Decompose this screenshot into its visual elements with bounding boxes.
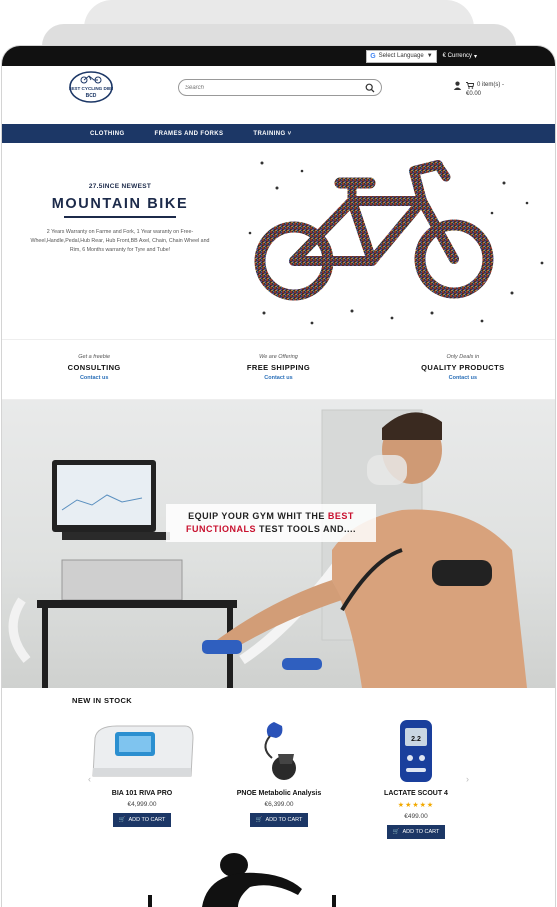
bia-device-image xyxy=(92,725,194,777)
search-icon[interactable] xyxy=(365,83,375,93)
crowd-bike-image xyxy=(248,160,544,325)
lactate-scout-image: 2.2 xyxy=(400,720,432,782)
currency-caret-icon: ▾ xyxy=(473,53,477,60)
product-card[interactable]: BIA 101 RIVA PRO €4,999.00 🛒 ADD TO CART xyxy=(72,716,212,827)
contact-us-link[interactable]: Contact us xyxy=(2,375,186,381)
site-logo[interactable]: BEST CYCLING DIET BCD xyxy=(69,71,113,103)
chevron-down-icon: ▼ xyxy=(426,53,433,59)
feature-free-shipping: We are Offering FREE SHIPPING Contact us xyxy=(186,340,370,399)
language-select[interactable]: G Select Language ▼ xyxy=(366,49,437,63)
cart-icon: 🛒 xyxy=(118,817,126,823)
feature-kicker: Only Deals in xyxy=(446,354,480,360)
search-input[interactable] xyxy=(185,84,365,91)
pnoe-device-image xyxy=(264,722,296,780)
user-icon[interactable] xyxy=(453,81,462,90)
svg-text:BCD: BCD xyxy=(86,93,97,99)
hero-text: 27.5INCE NEWEST MOUNTAIN BIKE 2 Years Wa… xyxy=(30,183,210,255)
hero-description: 2 Years Warranty on Farme and Fork, 1 Ye… xyxy=(30,229,210,253)
banner-text-2: TEST TOOLS AND.... xyxy=(255,524,356,534)
google-translate-icon: G xyxy=(370,52,376,60)
product-card[interactable]: PNOE Metabolic Analysis €6,399.00 🛒 ADD … xyxy=(209,716,349,827)
hero-divider xyxy=(64,216,176,218)
contact-us-link[interactable]: Contact us xyxy=(371,375,555,381)
hero-kicker: 27.5INCE NEWEST xyxy=(88,183,152,190)
feature-strip: Get a freebie CONSULTING Contact us We a… xyxy=(2,340,555,400)
product-image[interactable] xyxy=(72,716,212,784)
feature-consulting: Get a freebie CONSULTING Contact us xyxy=(2,340,186,399)
add-to-cart-label: ADD TO CART xyxy=(402,829,440,835)
banner-text-highlight-2: FUNCTIONALS xyxy=(185,524,256,534)
product-name[interactable]: PNOE Metabolic Analysis xyxy=(209,790,349,797)
top-bar: G Select Language ▼ € Currency ▾ xyxy=(2,46,555,66)
product-card[interactable]: 2.2 LACTATE SCOUT 4 ★★★★★ €499.00 🛒 ADD … xyxy=(346,716,486,839)
cart-total: €0.00 xyxy=(466,91,482,97)
add-to-cart-label: ADD TO CART xyxy=(128,817,166,823)
add-to-cart-button[interactable]: 🛒 ADD TO CART xyxy=(386,825,446,839)
feature-kicker: We are Offering xyxy=(259,354,298,360)
add-to-cart-label: ADD TO CART xyxy=(265,817,303,823)
product-image[interactable] xyxy=(209,716,349,784)
product-name[interactable]: BIA 101 RIVA PRO xyxy=(72,790,212,797)
hero-title: MOUNTAIN BIKE xyxy=(51,196,189,212)
product-price: €4,999.00 xyxy=(127,801,157,808)
gym-banner: EQUIP YOUR GYM WHIT THE BEST FUNCTIONALS… xyxy=(2,400,555,688)
search-bar xyxy=(178,79,382,96)
banner-text-1: EQUIP YOUR GYM WHIT THE xyxy=(188,511,328,521)
banner-text-highlight-1: BEST xyxy=(327,511,354,521)
product-price: €499.00 xyxy=(404,813,428,820)
svg-text:2.2: 2.2 xyxy=(411,736,421,743)
cyclist-silhouette-image xyxy=(148,853,336,907)
feature-title: FREE SHIPPING xyxy=(246,363,311,372)
language-label: Select Language xyxy=(378,53,424,59)
main-nav: CLOTHING FRAMES AND FORKS TRAINING ˅ xyxy=(2,124,555,143)
cart-count: 0 item(s) - xyxy=(477,82,504,88)
feature-kicker: Get a freebie xyxy=(78,354,111,360)
product-price: €6,399.00 xyxy=(264,801,294,808)
browser-viewport: G Select Language ▼ € Currency ▾ BEST CY… xyxy=(2,46,555,907)
product-name[interactable]: LACTATE SCOUT 4 xyxy=(346,790,486,797)
nav-item-frames-and-forks[interactable]: FRAMES AND FORKS xyxy=(155,131,224,137)
cart-icon xyxy=(466,82,474,89)
banner-headline: EQUIP YOUR GYM WHIT THE BEST FUNCTIONALS… xyxy=(166,504,376,542)
nav-item-clothing[interactable]: CLOTHING xyxy=(90,131,125,137)
gym-test-photo xyxy=(8,409,527,688)
add-to-cart-button[interactable]: 🛒 ADD TO CART xyxy=(112,813,172,827)
svg-text:BEST CYCLING DIET: BEST CYCLING DIET xyxy=(69,86,113,91)
feature-title: CONSULTING xyxy=(67,363,121,372)
feature-quality-products: Only Deals in QUALITY PRODUCTS Contact u… xyxy=(371,340,555,399)
feature-title: QUALITY PRODUCTS xyxy=(421,363,505,372)
nav-item-training[interactable]: TRAINING ˅ xyxy=(253,131,291,137)
currency-label: € Currency xyxy=(442,52,472,59)
cart-summary[interactable]: 0 item(s) - €0.00 xyxy=(466,81,504,99)
cart-icon: 🛒 xyxy=(255,817,263,823)
site-header: BEST CYCLING DIET BCD 0 item(s) - €0.00 xyxy=(2,66,555,124)
rating-stars: ★★★★★ xyxy=(397,802,435,809)
currency-dropdown[interactable]: € Currency ▾ xyxy=(443,53,477,60)
contact-us-link[interactable]: Contact us xyxy=(186,375,370,381)
add-to-cart-button[interactable]: 🛒 ADD TO CART xyxy=(249,813,309,827)
cart-icon: 🛒 xyxy=(392,829,400,835)
section-title: NEW IN STOCK xyxy=(72,696,133,705)
hero-section: 27.5INCE NEWEST MOUNTAIN BIKE 2 Years Wa… xyxy=(2,143,555,340)
product-image[interactable]: 2.2 xyxy=(346,716,486,784)
